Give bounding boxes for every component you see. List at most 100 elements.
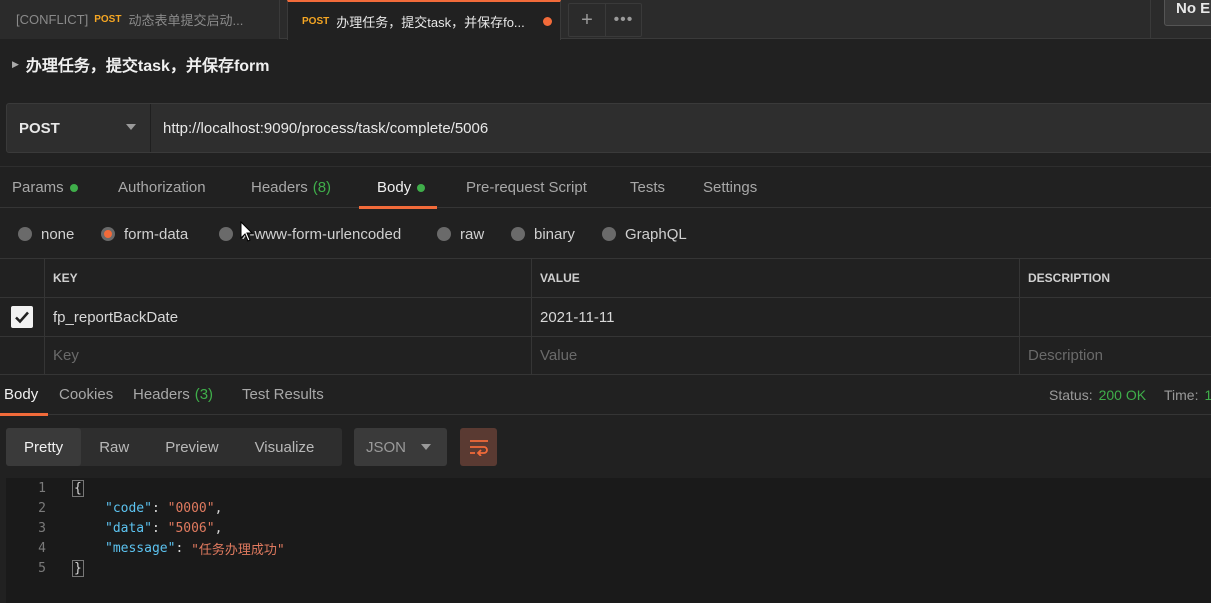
key-cell[interactable]: fp_reportBackDate (44, 298, 532, 336)
radio-raw[interactable]: raw (437, 220, 484, 248)
radio-circle (18, 227, 32, 241)
request-name[interactable]: ▶ 办理任务，提交task，并保存form (12, 53, 270, 75)
radio-circle-selected (101, 227, 115, 241)
environment-selector[interactable]: No E (1164, 0, 1211, 26)
description-input[interactable]: Description (1019, 337, 1211, 374)
json-value: "5006" (167, 520, 215, 536)
url-input[interactable]: http://localhost:9090/process/task/compl… (151, 104, 1211, 152)
time-value[interactable]: 1 (1204, 387, 1211, 403)
json-comma: , (214, 500, 223, 516)
radio-circle (602, 227, 616, 241)
active-indicator-dot (69, 183, 78, 192)
tab-label: Tests (630, 179, 666, 196)
status-value[interactable]: 200 OK (1099, 387, 1146, 403)
code-text: { (72, 478, 84, 498)
tab-label: Settings (703, 179, 758, 196)
format-select[interactable]: JSON (354, 428, 447, 466)
status-label: Status: (1049, 386, 1093, 403)
code-text: "code": "0000", (105, 500, 223, 516)
wrap-lines-button[interactable] (460, 428, 497, 466)
line-number: 4 (38, 540, 46, 556)
radio-label: none (41, 225, 75, 243)
new-tab-button[interactable]: + (569, 4, 605, 36)
view-pretty[interactable]: Pretty (6, 428, 82, 466)
radio-none[interactable]: none (18, 220, 74, 248)
json-key: "message" (105, 540, 176, 556)
tab-authorization[interactable]: Authorization (118, 167, 206, 208)
radio-label: form-data (124, 225, 189, 243)
response-tab-body[interactable]: Body (0, 375, 49, 416)
view-raw[interactable]: Raw (81, 428, 147, 466)
close-brace: } (72, 559, 84, 577)
value-input[interactable]: Value (531, 337, 1020, 374)
form-data-table: KEY VALUE DESCRIPTION fp_reportBackDate … (0, 258, 1211, 375)
method-select[interactable]: POST (7, 104, 151, 152)
tab-label: Headers (251, 179, 308, 196)
line-number: 1 (38, 480, 46, 496)
time-label: Time: (1164, 386, 1199, 403)
code-line: 4 (6, 538, 46, 558)
tab-settings[interactable]: Settings (703, 167, 757, 208)
tab-method-badge: POST (94, 14, 122, 25)
response-tabs: Body Cookies Headers (3) Test Results Sta… (0, 375, 1211, 416)
key-input[interactable]: Key (44, 337, 532, 374)
response-time: Time: 1 (1164, 375, 1211, 414)
code-text: "message": "任务办理成功" (105, 540, 285, 558)
radio-form-data[interactable]: form-data (101, 220, 188, 248)
radio-graphql[interactable]: GraphQL (602, 220, 687, 248)
tab-body[interactable]: Body (358, 167, 438, 209)
line-number: 5 (38, 560, 46, 576)
tab-actions: + ••• (568, 3, 642, 37)
row-enable-cell (0, 298, 44, 336)
open-brace: { (72, 479, 84, 497)
line-number: 3 (38, 520, 46, 536)
radio-binary[interactable]: binary (511, 220, 575, 248)
view-preview[interactable]: Preview (147, 428, 236, 466)
method-value: POST (19, 119, 60, 137)
row-enable-checkbox[interactable] (11, 306, 33, 328)
response-tab-headers[interactable]: Headers (3) (133, 375, 213, 414)
headers-count: (8) (312, 179, 332, 196)
response-tab-test-results[interactable]: Test Results (242, 375, 324, 414)
response-body-editor[interactable]: 1 2 3 4 5 { "code": "0000", "data": "500… (6, 478, 1211, 603)
row-enable-cell (0, 337, 44, 374)
json-value: "0000" (167, 500, 215, 516)
tab-title: 办理任务，提交task，并保存fo... (336, 14, 525, 30)
tab-label: Authorization (118, 179, 206, 196)
request-tab-active[interactable]: POST 办理任务，提交task，并保存fo... (287, 0, 561, 40)
radio-circle (219, 227, 233, 241)
description-cell[interactable] (1019, 298, 1211, 336)
tab-label: Params (12, 179, 64, 196)
json-comma: , (214, 520, 223, 536)
table-header-row: KEY VALUE DESCRIPTION (0, 258, 1211, 297)
column-header-description: DESCRIPTION (1019, 259, 1211, 297)
tab-label: Pre-request Script (466, 179, 587, 196)
radio-circle (437, 227, 451, 241)
expand-caret-icon[interactable]: ▶ (12, 59, 19, 70)
divider (1150, 0, 1151, 39)
response-tab-cookies[interactable]: Cookies (59, 375, 113, 414)
unsaved-changes-dot (543, 17, 552, 26)
tab-headers[interactable]: Headers (8) (251, 167, 331, 208)
chevron-down-icon (421, 444, 431, 450)
header-select-cell (0, 259, 44, 297)
value-cell[interactable]: 2021-11-11 (531, 298, 1020, 336)
radio-circle (511, 227, 525, 241)
tab-label: Body (377, 179, 412, 196)
line-number: 2 (38, 500, 46, 516)
request-tab-conflict[interactable]: [CONFLICT] POST 动态表单提交启动... (0, 0, 280, 39)
tab-params[interactable]: Params (12, 167, 78, 208)
tab-tests[interactable]: Tests (630, 167, 665, 208)
more-tabs-button[interactable]: ••• (604, 4, 641, 36)
table-row-new: Key Value Description (0, 336, 1211, 375)
code-line: 5 (6, 558, 46, 578)
radio-label: x-www-form-urlencoded (242, 225, 402, 243)
checkmark-icon (15, 311, 29, 324)
view-visualize[interactable]: Visualize (237, 428, 333, 466)
column-header-key: KEY (44, 259, 532, 297)
json-key: "data" (105, 520, 152, 536)
tab-prerequest-script[interactable]: Pre-request Script (466, 167, 587, 208)
radio-label: binary (534, 225, 575, 243)
tab-title: 动态表单提交启动... (128, 13, 244, 28)
table-row: fp_reportBackDate 2021-11-11 (0, 297, 1211, 336)
